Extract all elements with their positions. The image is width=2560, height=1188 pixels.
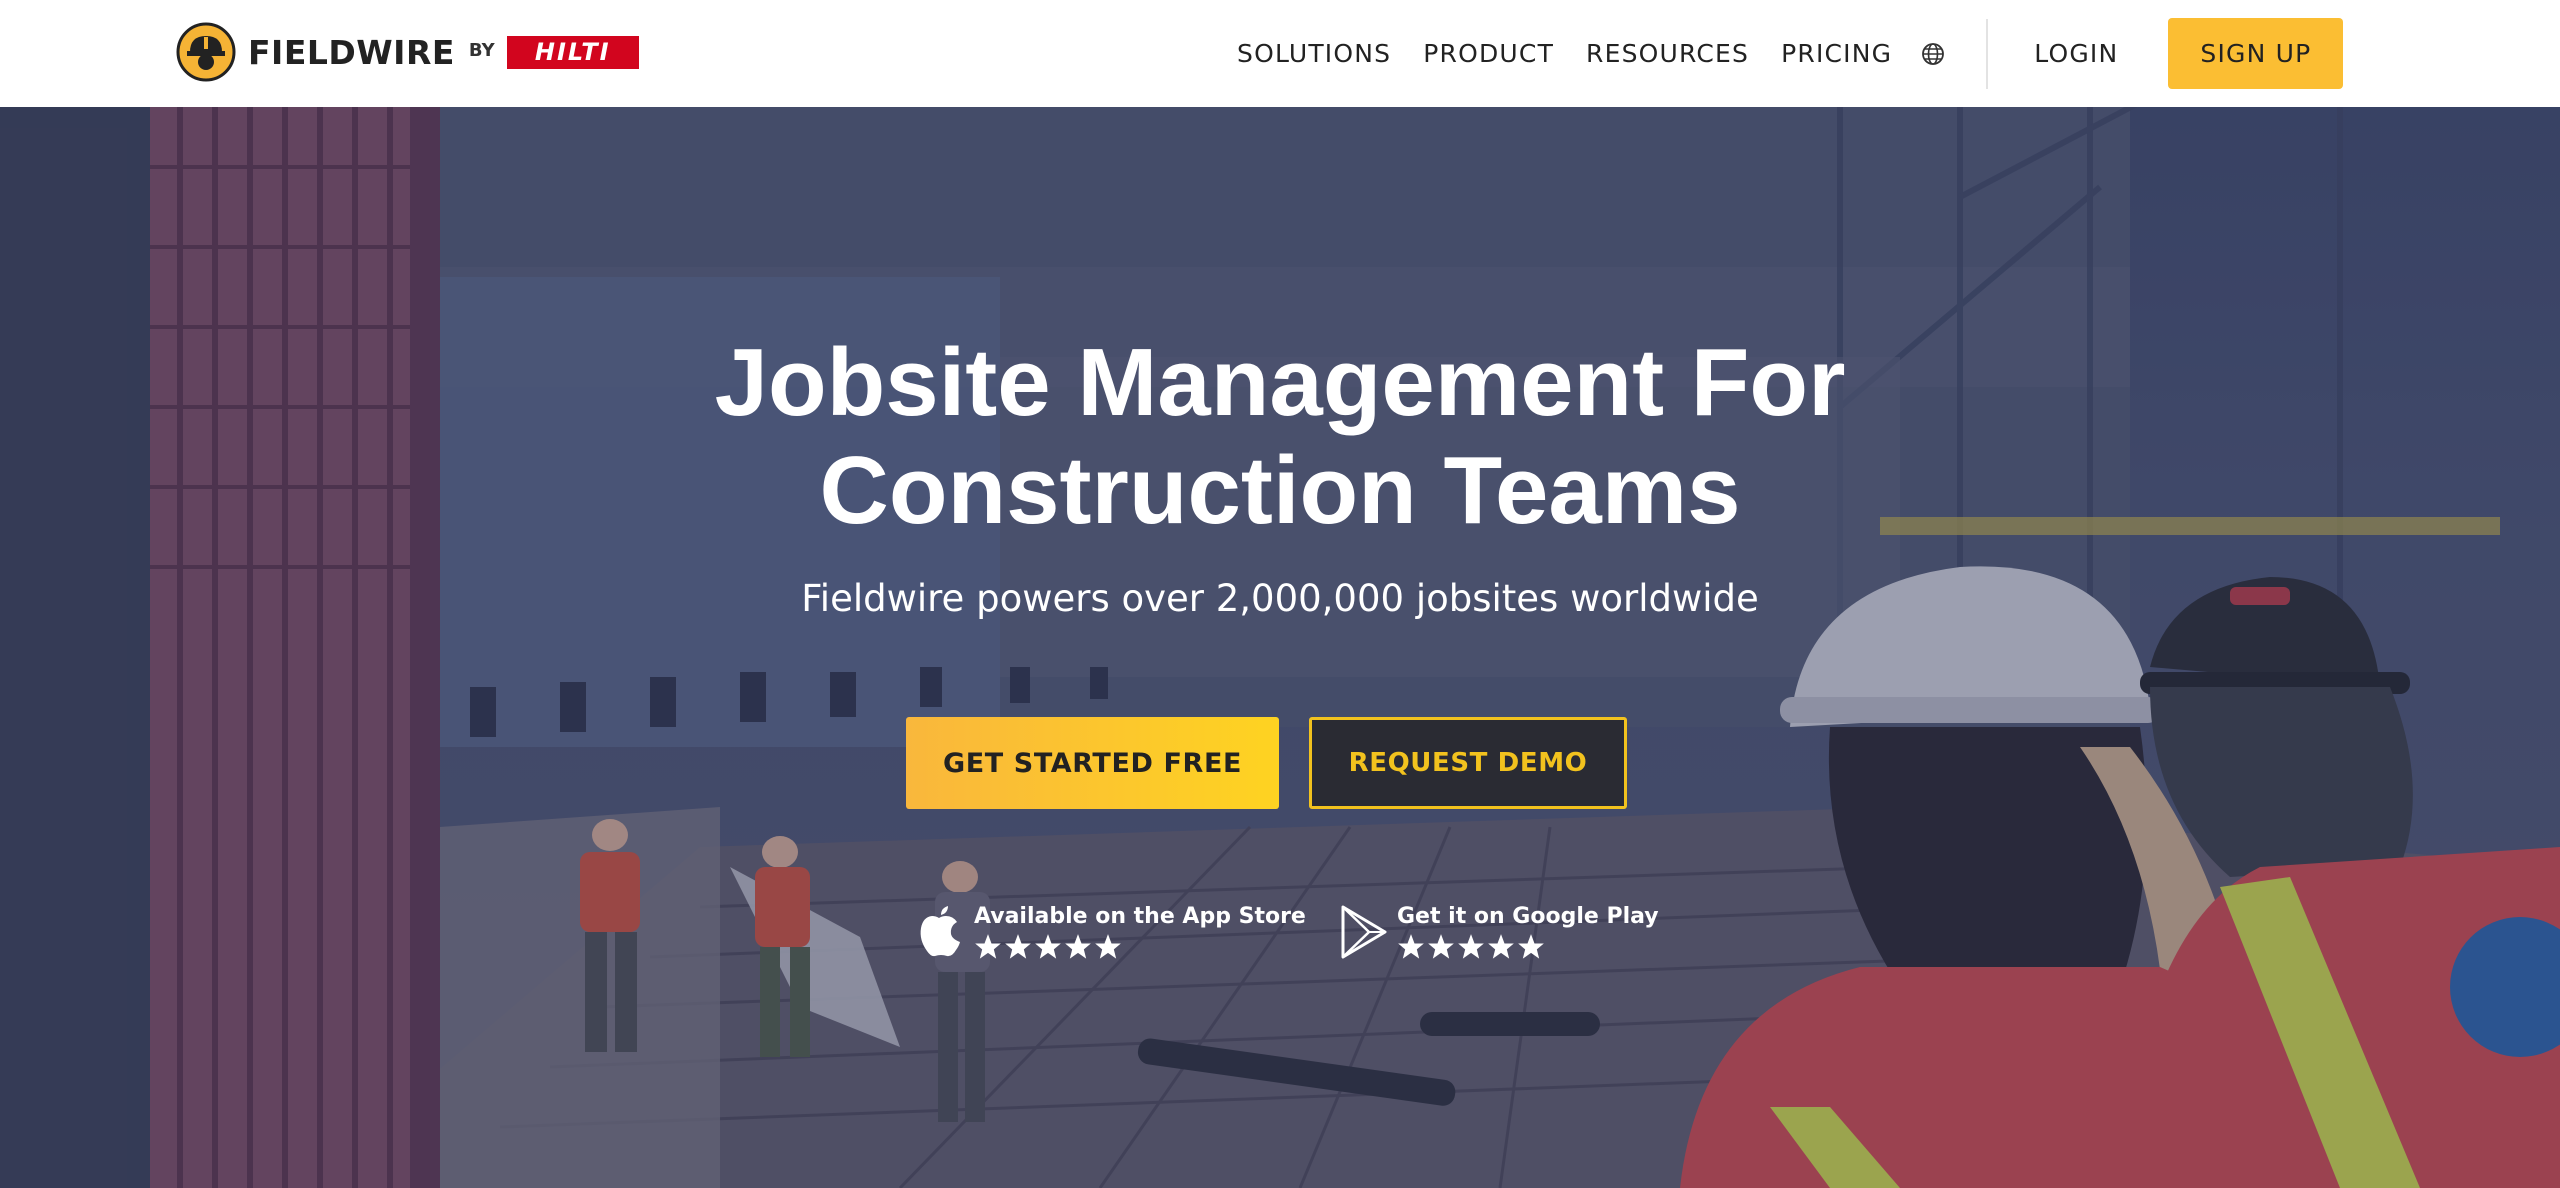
signup-button[interactable]: SIGN UP [2168, 18, 2344, 89]
fieldwire-logo-icon [176, 22, 236, 82]
get-started-free-button[interactable]: GET STARTED FREE [906, 717, 1279, 809]
brand-logo-link[interactable]: FIELDWIRE BY HILTI [176, 22, 639, 82]
google-play-icon [1341, 905, 1387, 959]
google-play-link[interactable]: Get it on Google Play [1339, 897, 1659, 967]
nav-solutions[interactable]: SOLUTIONS [1237, 39, 1391, 68]
brand-name: FIELDWIRE [248, 32, 455, 72]
hilti-logo: HILTI [506, 35, 639, 69]
star-icon [1065, 934, 1091, 959]
star-icon [975, 934, 1001, 959]
hero-headline-line1: Jobsite Management For [714, 329, 1846, 436]
top-navigation-bar: FIELDWIRE BY HILTI SOLUTIONS PRODUCT RES… [0, 0, 2560, 107]
star-icon [1005, 934, 1031, 959]
hero-section: Jobsite Management For Construction Team… [0, 107, 2560, 1188]
star-icon [1458, 934, 1484, 959]
login-link[interactable]: LOGIN [2034, 39, 2118, 68]
star-icon [1035, 934, 1061, 959]
hilti-logo-text: HILTI [534, 38, 611, 66]
app-store-link[interactable]: Available on the App Store [916, 897, 1306, 967]
globe-icon[interactable] [1920, 41, 1946, 67]
star-icon [1488, 934, 1514, 959]
hero-content: Jobsite Management For Construction Team… [0, 107, 2560, 1188]
hero-headline-line2: Construction Teams [819, 437, 1741, 544]
google-play-label: Get it on Google Play [1397, 904, 1659, 929]
nav-product[interactable]: PRODUCT [1423, 39, 1554, 68]
star-icon [1428, 934, 1454, 959]
hero-subhead: Fieldwire powers over 2,000,000 jobsites… [801, 577, 1759, 620]
brand-by-text: BY [468, 39, 495, 61]
nav-pricing[interactable]: PRICING [1781, 39, 1892, 68]
google-play-rating [1397, 933, 1659, 961]
main-nav: SOLUTIONS PRODUCT RESOURCES PRICING LOGI… [1237, 0, 2344, 107]
nav-divider [1986, 18, 1989, 89]
request-demo-button[interactable]: REQUEST DEMO [1309, 717, 1627, 809]
app-store-rating [974, 933, 1306, 961]
hero-headline: Jobsite Management For Construction Team… [430, 329, 2130, 545]
star-icon [1095, 934, 1121, 959]
nav-resources[interactable]: RESOURCES [1586, 39, 1749, 68]
star-icon [1398, 934, 1424, 959]
star-icon [1518, 934, 1544, 959]
app-store-label: Available on the App Store [974, 904, 1306, 929]
apple-icon [920, 906, 960, 957]
